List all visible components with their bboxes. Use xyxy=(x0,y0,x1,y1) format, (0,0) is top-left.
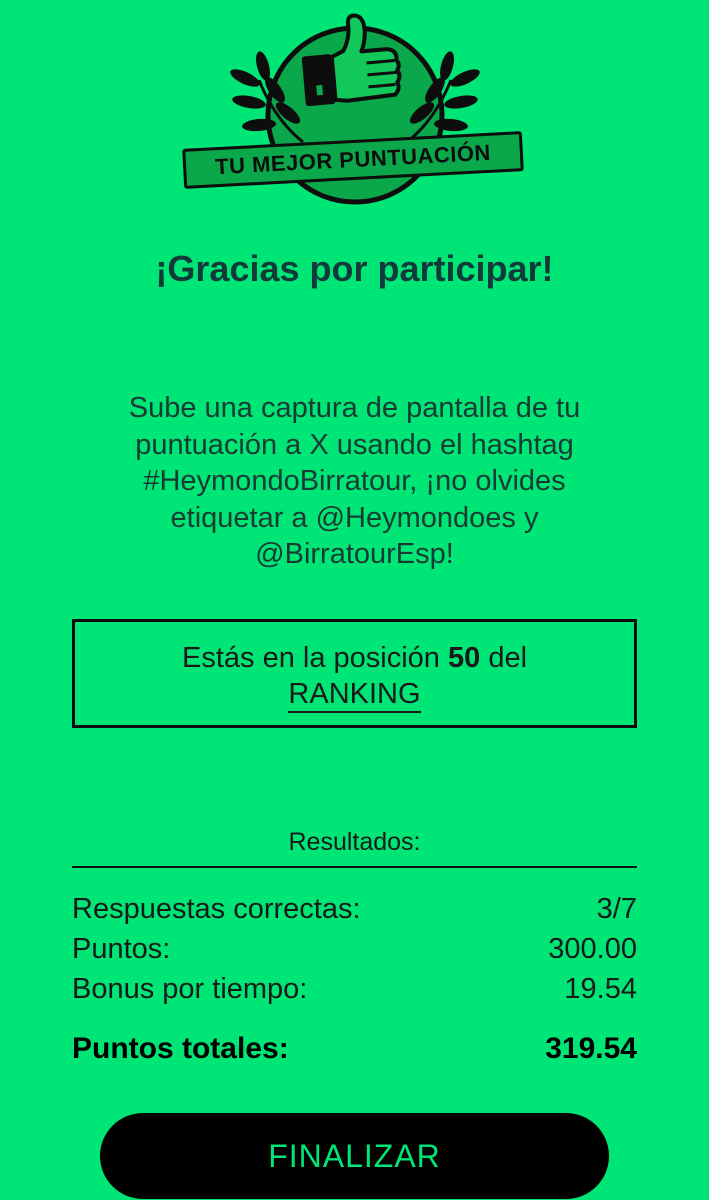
result-value: 3/7 xyxy=(596,893,637,925)
result-label: Bonus por tiempo: xyxy=(72,973,308,1005)
share-instructions-line: puntuación a X usando el hashtag xyxy=(135,428,574,461)
ranking-position-box: Estás en la posición 50 del RANKING xyxy=(72,619,637,728)
result-row-correct-answers: Respuestas correctas: 3/7 xyxy=(72,893,637,926)
results-heading: Resultados: xyxy=(288,828,421,856)
total-value: 319.54 xyxy=(545,1032,637,1065)
result-row-time-bonus: Bonus por tiempo: 19.54 xyxy=(72,973,637,1006)
ranking-suffix: del xyxy=(488,642,528,674)
share-instructions-line: #HeymondoBirratour, ¡no olvides xyxy=(143,465,566,497)
ranking-position-text: Estás en la posición 50 del xyxy=(75,640,634,676)
result-label: Respuestas correctas: xyxy=(72,893,361,925)
finish-button[interactable]: FINALIZAR xyxy=(100,1113,609,1199)
share-instructions-line: @BirratourEsp! xyxy=(255,538,454,570)
share-instructions-line: Sube una captura de pantalla de tu xyxy=(128,392,581,424)
ranking-position-value: 50 xyxy=(447,642,481,674)
result-value: 300.00 xyxy=(548,933,637,965)
result-label: Puntos: xyxy=(72,933,171,965)
ranking-link[interactable]: RANKING xyxy=(288,678,421,713)
total-label: Puntos totales: xyxy=(72,1032,289,1065)
results-divider xyxy=(72,866,637,868)
best-score-badge: TU MEJOR PUNTUACIÓN xyxy=(175,10,535,210)
thumbs-up-icon xyxy=(301,13,402,107)
share-instructions-line: etiquetar a @Heymondoes y xyxy=(170,501,539,534)
thank-you-title: ¡Gracias por participar! xyxy=(155,248,554,289)
result-value: 19.54 xyxy=(564,973,637,1005)
ranking-prefix: Estás en la posición xyxy=(181,642,440,674)
result-row-points: Puntos: 300.00 xyxy=(72,933,637,966)
share-instructions: Sube una captura de pantalla de tu puntu… xyxy=(70,390,639,573)
result-row-total-points: Puntos totales: 319.54 xyxy=(72,1032,637,1066)
